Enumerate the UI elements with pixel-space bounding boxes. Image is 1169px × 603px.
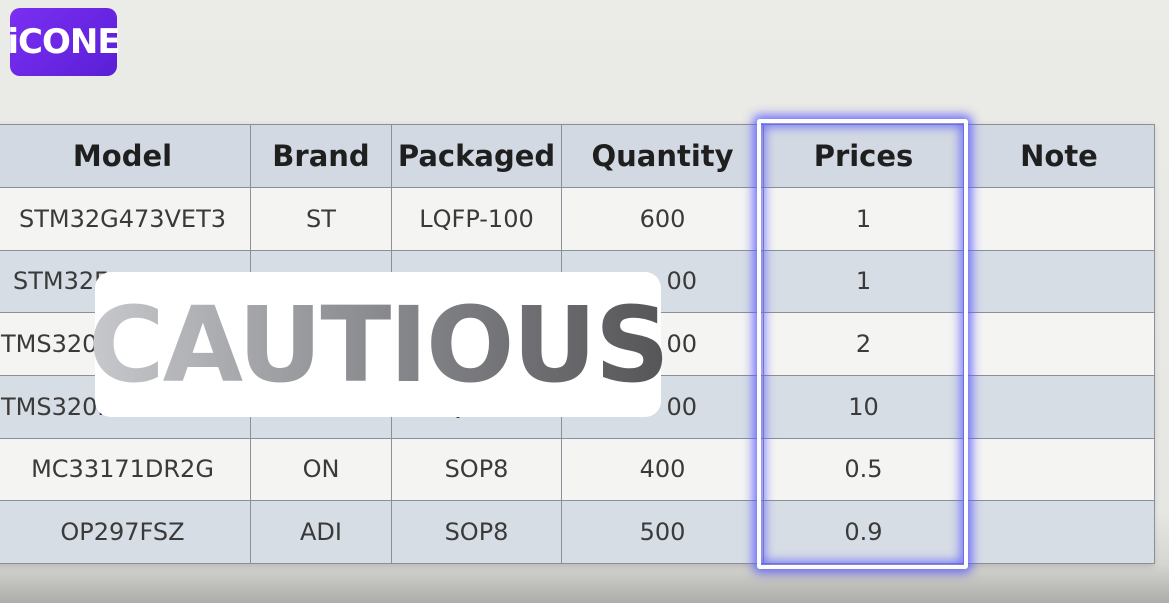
cell-note xyxy=(963,374,1155,439)
cell-quantity: 400 xyxy=(561,437,764,502)
table-row: MC33171DR2G ON SOP8 400 0.5 xyxy=(0,437,1155,502)
logo-text: iCONE xyxy=(7,22,120,62)
cell-model: MC33171DR2G xyxy=(0,437,251,502)
table-row: STM32G473VET3 ST LQFP-100 600 1 xyxy=(0,187,1155,251)
cell-quantity: 600 xyxy=(561,187,764,251)
caution-overlay: CAUTIOUS xyxy=(88,272,670,417)
cell-prices: 10 xyxy=(763,374,964,439)
header-note: Note xyxy=(963,124,1155,188)
cell-note xyxy=(963,249,1155,314)
cell-note xyxy=(963,437,1155,502)
brand-logo: iCONE xyxy=(7,8,121,76)
cell-prices: 1 xyxy=(763,249,964,314)
cell-note xyxy=(963,312,1155,376)
cell-brand: ON xyxy=(250,437,392,502)
cell-prices: 2 xyxy=(763,312,964,376)
cell-prices: 1 xyxy=(763,187,964,251)
bottom-shadow xyxy=(0,563,1169,603)
header-packaged: Packaged xyxy=(391,124,562,188)
cell-model: STM32G473VET3 xyxy=(0,187,251,251)
cell-prices: 0.5 xyxy=(763,437,964,502)
cell-quantity: 500 xyxy=(561,500,764,564)
cell-model: OP297FSZ xyxy=(0,500,251,564)
header-prices: Prices xyxy=(763,124,964,188)
cell-packaged: SOP8 xyxy=(391,437,562,502)
header-quantity: Quantity xyxy=(561,124,764,188)
cell-brand: ADI xyxy=(250,500,392,564)
cell-note xyxy=(963,500,1155,564)
header-brand: Brand xyxy=(250,124,392,188)
table-header-row: Model Brand Packaged Quantity Prices Not… xyxy=(0,124,1155,188)
cell-brand: ST xyxy=(250,187,392,251)
header-model: Model xyxy=(0,124,251,188)
cell-packaged: LQFP-100 xyxy=(391,187,562,251)
table-row: OP297FSZ ADI SOP8 500 0.9 xyxy=(0,500,1155,564)
cell-packaged: SOP8 xyxy=(391,500,562,564)
caution-label: CAUTIOUS xyxy=(88,283,669,406)
cell-note xyxy=(963,187,1155,251)
video-frame: iCONE Model Brand Packaged Quantity Pric… xyxy=(0,0,1169,603)
cell-prices: 0.9 xyxy=(763,500,964,564)
